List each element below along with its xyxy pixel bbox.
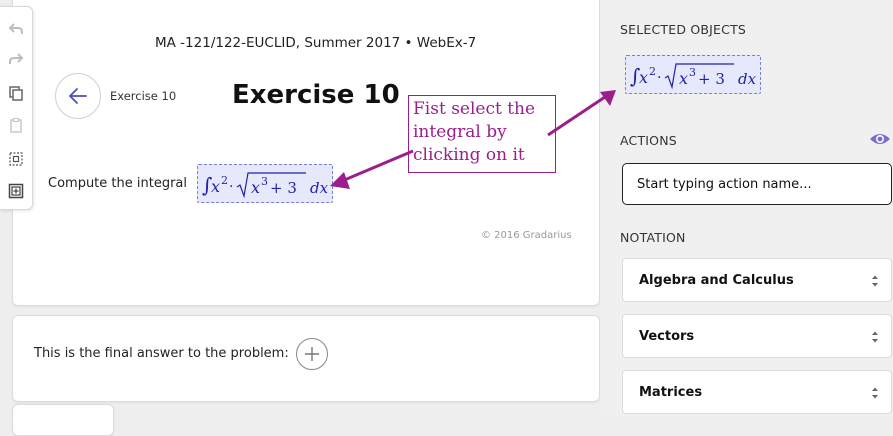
redo-icon[interactable] (4, 47, 28, 71)
math-exp: 2 (649, 65, 656, 78)
math-var: x (211, 177, 220, 196)
course-title: MA -121/122-EUCLID, Summer 2017 • WebEx-… (155, 35, 477, 51)
math-dx: dx (738, 70, 757, 88)
math-const: + 3 (270, 179, 297, 197)
math-dx: dx (310, 179, 329, 197)
select-box-icon[interactable] (4, 147, 28, 171)
action-search-input[interactable] (622, 163, 892, 205)
back-button[interactable] (55, 73, 101, 119)
select-arrows-icon (872, 331, 878, 343)
annotation-line: Fist select the (413, 99, 536, 119)
notation-select-algebra[interactable]: Algebra and Calculus (622, 258, 892, 302)
math-dot: · (229, 179, 233, 195)
answer-label: This is the final answer to the problem: (34, 346, 289, 361)
notation-option-label: Algebra and Calculus (639, 273, 794, 288)
undo-icon[interactable] (4, 17, 28, 41)
math-exp: 3 (689, 66, 696, 79)
arrow-left-icon (69, 88, 87, 104)
copyright-text: © 2016 Gradarius (481, 230, 572, 241)
selected-objects-heading: SELECTED OBJECTS (620, 22, 747, 37)
exercise-title: Exercise 10 (232, 80, 400, 110)
notation-select-vectors[interactable]: Vectors (622, 314, 892, 358)
math-var: x (679, 69, 688, 88)
select-arrows-icon (872, 275, 878, 287)
problem-prompt: Compute the integral (48, 176, 188, 191)
selected-integral-expression[interactable]: ∫ x 2 · x 3 + 3 dx (625, 55, 761, 94)
math-dot: · (657, 70, 661, 86)
select-arrows-icon (872, 387, 878, 399)
notation-option-label: Matrices (639, 385, 703, 400)
notation-select-matrices[interactable]: Matrices (622, 370, 892, 414)
exercise-breadcrumb: Exercise 10 (110, 89, 177, 103)
edit-toolbar (0, 6, 33, 210)
annotation-line: clicking on it (413, 145, 525, 165)
add-box-icon[interactable] (4, 179, 28, 203)
integral-expression[interactable]: ∫ x 2 · x 3 + 3 dx (197, 164, 333, 203)
annotation-line: integral by (413, 122, 507, 142)
copy-icon[interactable] (4, 81, 28, 105)
instruction-annotation: Fist select the integral by clicking on … (408, 95, 556, 173)
paste-icon[interactable] (4, 113, 28, 137)
eye-icon[interactable] (869, 131, 891, 147)
math-exp: 3 (261, 175, 268, 188)
math-const: + 3 (698, 70, 725, 88)
actions-heading: ACTIONS (620, 133, 677, 148)
notation-option-label: Vectors (639, 329, 695, 344)
math-exp: 2 (221, 174, 228, 187)
plus-icon (305, 347, 319, 361)
add-answer-button[interactable] (296, 338, 328, 370)
math-var: x (639, 68, 648, 87)
math-var: x (251, 178, 260, 197)
notation-heading: NOTATION (620, 230, 686, 245)
bottom-card (12, 404, 114, 436)
